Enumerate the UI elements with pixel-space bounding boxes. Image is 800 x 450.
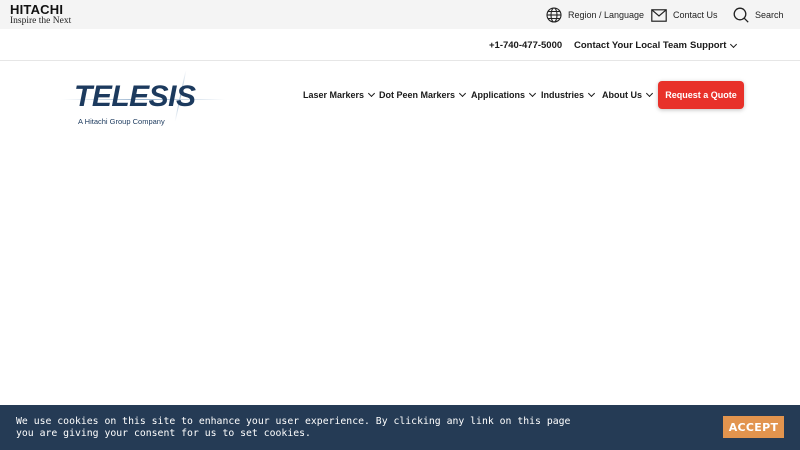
search-icon bbox=[733, 7, 755, 23]
support-menu[interactable]: Support bbox=[690, 40, 738, 51]
contact-us-label: Contact Us bbox=[673, 10, 718, 20]
telesis-wordmark: TELESIS bbox=[74, 80, 196, 113]
nav-label: Applications bbox=[471, 90, 526, 100]
nav-industries[interactable]: Industries bbox=[541, 89, 596, 100]
contact-us-link[interactable]: Contact Us bbox=[651, 6, 718, 24]
chevron-down-icon bbox=[368, 89, 376, 98]
nav-about-us[interactable]: About Us bbox=[602, 89, 654, 100]
globe-icon bbox=[546, 7, 568, 23]
nav-label: Laser Markers bbox=[303, 90, 365, 100]
utility-bar: HITACHI Inspire the Next Region / Langua… bbox=[0, 0, 800, 29]
nav-label: Industries bbox=[541, 90, 585, 100]
cookie-banner: We use cookies on this site to enhance y… bbox=[0, 405, 800, 450]
cookie-message: We use cookies on this site to enhance y… bbox=[16, 416, 571, 439]
envelope-icon bbox=[651, 8, 673, 22]
nav-dot-peen-markers[interactable]: Dot Peen Markers bbox=[379, 89, 467, 100]
main-nav: TELESIS A Hitachi Group Company Laser Ma… bbox=[0, 62, 800, 132]
region-language-link[interactable]: Region / Language bbox=[546, 6, 644, 24]
support-label: Support bbox=[690, 40, 727, 51]
nav-label: Dot Peen Markers bbox=[379, 90, 456, 100]
nav-applications[interactable]: Applications bbox=[471, 89, 537, 100]
search-link[interactable]: Search bbox=[733, 6, 784, 24]
chevron-down-icon bbox=[587, 89, 596, 98]
chevron-down-icon bbox=[528, 89, 537, 98]
region-language-label: Region / Language bbox=[568, 10, 645, 20]
contact-local-team-link[interactable]: Contact Your Local Team bbox=[574, 40, 687, 51]
phone-link[interactable]: +1-740-477-5000 bbox=[489, 40, 562, 51]
nav-label: About Us bbox=[602, 90, 642, 100]
telesis-subtitle: A Hitachi Group Company bbox=[78, 117, 165, 126]
nav-laser-markers[interactable]: Laser Markers bbox=[303, 89, 376, 100]
request-quote-button[interactable]: Request a Quote bbox=[658, 81, 744, 109]
hitachi-logo[interactable]: HITACHI Inspire the Next bbox=[10, 3, 71, 27]
telesis-logo[interactable]: TELESIS A Hitachi Group Company bbox=[62, 68, 227, 126]
chevron-down-icon bbox=[730, 40, 738, 48]
search-label: Search bbox=[755, 10, 784, 20]
accept-cookies-button[interactable]: ACCEPT bbox=[723, 416, 784, 438]
chevron-down-icon bbox=[458, 89, 467, 98]
secondary-bar: +1-740-477-5000 Contact Your Local Team … bbox=[0, 29, 800, 61]
hitachi-logo-tagline: Inspire the Next bbox=[10, 16, 72, 26]
chevron-down-icon bbox=[645, 89, 654, 98]
hitachi-logo-name: HITACHI bbox=[10, 2, 64, 17]
